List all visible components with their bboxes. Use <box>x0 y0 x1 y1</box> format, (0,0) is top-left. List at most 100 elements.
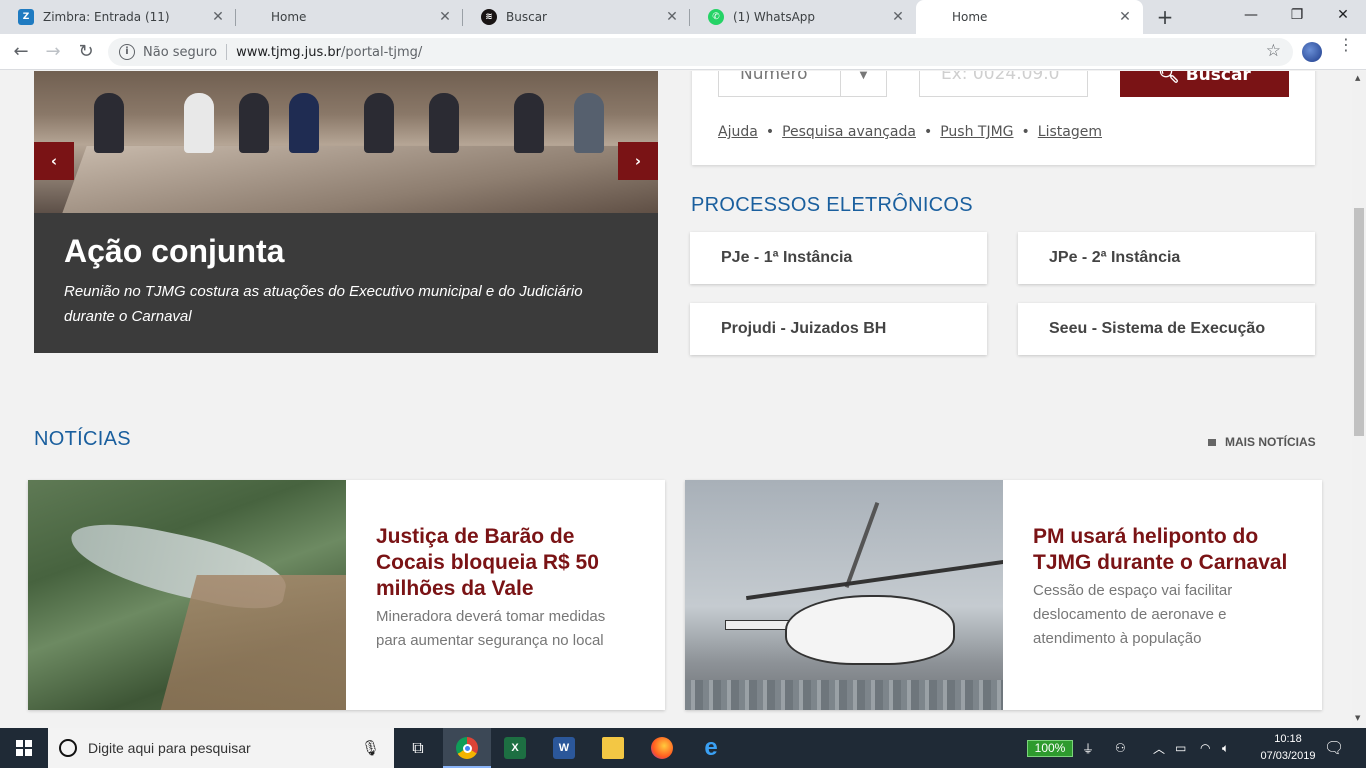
tab-zimbra[interactable]: Z Zimbra: Entrada (11) ✕ <box>0 0 236 34</box>
proc-seeu-button[interactable]: Seeu - Sistema de Execução <box>1018 303 1315 355</box>
url-host: www.tjmg.jus.br <box>236 44 342 60</box>
task-view-icon[interactable]: ⧉ <box>394 728 442 768</box>
proc-jpe-button[interactable]: JPe - 2ª Instância <box>1018 232 1315 284</box>
bookmark-star-icon[interactable]: ☆ <box>1266 41 1281 61</box>
cortana-icon <box>59 739 77 757</box>
word-icon[interactable]: W <box>540 728 588 768</box>
news-carousel: ‹ › Ação conjunta Reunião no TJMG costur… <box>34 71 658 353</box>
file-explorer-icon[interactable] <box>589 728 637 768</box>
close-icon[interactable]: ✕ <box>890 9 906 25</box>
mais-noticias-label: MAIS NOTÍCIAS <box>1225 435 1316 449</box>
rotor-blade-shape <box>844 502 880 588</box>
close-icon[interactable]: ✕ <box>210 9 226 25</box>
battery-indicator[interactable]: 100% <box>1027 740 1073 757</box>
windows-logo-icon <box>16 740 32 756</box>
tab-home-active[interactable]: Home ✕ <box>916 0 1143 34</box>
wifi-icon[interactable]: ◠ <box>1200 728 1210 768</box>
notifications-icon[interactable]: 🗨︎ <box>1324 728 1344 768</box>
news-summary: Mineradora deverá tomar medidas para aum… <box>376 608 606 649</box>
scroll-up-icon[interactable]: ▲ <box>1355 74 1360 82</box>
new-tab-button[interactable]: + <box>1153 5 1177 29</box>
proc-projudi-button[interactable]: Projudi - Juizados BH <box>690 303 987 355</box>
address-bar[interactable]: i Não seguro www.tjmg.jus.br/portal-tjmg… <box>108 38 1293 66</box>
forward-arrow-icon[interactable]: → <box>41 40 65 64</box>
close-icon[interactable]: ✕ <box>664 9 680 25</box>
system-clock[interactable]: 10:18 07/03/2019 <box>1258 731 1318 765</box>
carousel-prev-button[interactable]: ‹ <box>34 142 74 180</box>
city-shape <box>685 680 1003 710</box>
news-headline[interactable]: PM usará heliponto do TJMG durante o Car… <box>1033 524 1293 576</box>
taskbar-search-placeholder: Digite aqui para pesquisar <box>88 740 251 756</box>
carousel-caption[interactable]: Ação conjunta Reunião no TJMG costura as… <box>34 213 658 353</box>
page-scrollbar[interactable]: ▲ ▼ <box>1352 71 1366 728</box>
volume-icon[interactable]: 🔈︎ <box>1222 728 1229 768</box>
tab-whatsapp[interactable]: ✆ (1) WhatsApp ✕ <box>690 0 916 34</box>
taskbar-search-box[interactable]: Digite aqui para pesquisar 🎙︎ <box>48 728 394 768</box>
search-type-select[interactable]: Número ▼ <box>718 71 887 97</box>
carousel-photo[interactable] <box>34 71 658 213</box>
security-label[interactable]: Não seguro <box>143 45 217 60</box>
close-icon[interactable]: ✕ <box>1117 9 1133 25</box>
news-image-helicopter[interactable] <box>685 480 1003 710</box>
reload-icon[interactable]: ↻ <box>74 40 98 64</box>
scroll-down-icon[interactable]: ▼ <box>1355 714 1360 722</box>
process-number-input[interactable]: Ex: 0024.09.0 <box>919 71 1088 97</box>
browser-toolbar: ← → ↻ i Não seguro www.tjmg.jus.br/porta… <box>0 34 1366 70</box>
helicopter-body-shape <box>785 595 955 665</box>
scrollbar-thumb[interactable] <box>1354 208 1364 436</box>
info-icon[interactable]: i <box>119 44 135 60</box>
chevron-down-icon[interactable]: ▼ <box>840 71 886 97</box>
edge-icon[interactable]: e <box>687 728 735 768</box>
minimize-icon[interactable]: — <box>1228 0 1274 30</box>
whatsapp-icon: ✆ <box>708 9 724 25</box>
tab-title: (1) WhatsApp <box>733 10 816 24</box>
person-shape <box>94 93 124 153</box>
url-path: /portal-tjmg/ <box>341 44 423 60</box>
noticias-title: NOTÍCIAS <box>34 428 131 450</box>
link-listagem[interactable]: Listagem <box>1038 124 1102 140</box>
tab-home-1[interactable]: Home ✕ <box>236 0 463 34</box>
menu-kebab-icon[interactable]: ⋮ <box>1338 37 1354 53</box>
tab-buscar[interactable]: ≋ Buscar ✕ <box>463 0 690 34</box>
proc-pje-button[interactable]: PJe - 1ª Instância <box>690 232 987 284</box>
link-ajuda[interactable]: Ajuda <box>718 124 758 140</box>
news-card[interactable]: PM usará heliponto do TJMG durante o Car… <box>685 480 1322 710</box>
link-pesquisa-avancada[interactable]: Pesquisa avançada <box>782 124 916 140</box>
firefox-icon[interactable] <box>638 728 686 768</box>
person-shape <box>184 93 214 153</box>
news-text: Justiça de Barão de Cocais bloqueia R$ 5… <box>376 524 636 653</box>
url-text[interactable]: www.tjmg.jus.br/portal-tjmg/ <box>236 45 422 60</box>
profile-avatar-icon[interactable] <box>1302 42 1322 62</box>
start-button[interactable] <box>0 728 48 768</box>
window-close-icon[interactable]: ✕ <box>1320 0 1366 30</box>
power-plug-icon[interactable]: ⏚ <box>1082 728 1094 768</box>
search-icon: 🔍︎ <box>1158 71 1180 85</box>
carousel-next-button[interactable]: › <box>618 142 658 180</box>
search-button-label: Buscar <box>1185 71 1251 85</box>
person-shape <box>574 93 604 153</box>
back-arrow-icon[interactable]: ← <box>9 40 33 64</box>
browser-tabstrip: Z Zimbra: Entrada (11) ✕ Home ✕ ≋ Buscar… <box>0 0 1366 34</box>
clock-date: 07/03/2019 <box>1260 750 1316 762</box>
microphone-icon[interactable]: 🎙︎ <box>361 739 380 757</box>
tab-title: Zimbra: Entrada (11) <box>43 10 170 24</box>
news-image-dam[interactable] <box>28 480 346 710</box>
restore-icon[interactable]: ❐ <box>1274 0 1320 30</box>
process-number-placeholder: Ex: 0024.09.0 <box>941 71 1060 84</box>
chevron-up-icon[interactable]: ︿ <box>1153 728 1165 768</box>
link-push-tjmg[interactable]: Push TJMG <box>940 124 1013 140</box>
news-headline[interactable]: Justiça de Barão de Cocais bloqueia R$ 5… <box>376 524 636 602</box>
excel-icon[interactable]: X <box>491 728 539 768</box>
chrome-icon[interactable] <box>443 728 491 768</box>
close-icon[interactable]: ✕ <box>437 9 453 25</box>
news-card[interactable]: Justiça de Barão de Cocais bloqueia R$ 5… <box>28 480 665 710</box>
mais-noticias-link[interactable]: MAIS NOTÍCIAS <box>1208 435 1316 449</box>
person-shape <box>239 93 269 153</box>
news-summary: Cessão de espaço vai facilitar deslocame… <box>1033 582 1233 647</box>
people-icon[interactable]: ⚇ <box>1115 728 1126 768</box>
separator-dot: • <box>765 124 775 140</box>
search-button[interactable]: 🔍︎ Buscar <box>1120 71 1289 97</box>
battery-icon[interactable]: ▭ <box>1175 728 1186 768</box>
carousel-title[interactable]: Ação conjunta <box>64 233 628 270</box>
clock-time: 10:18 <box>1274 733 1302 745</box>
